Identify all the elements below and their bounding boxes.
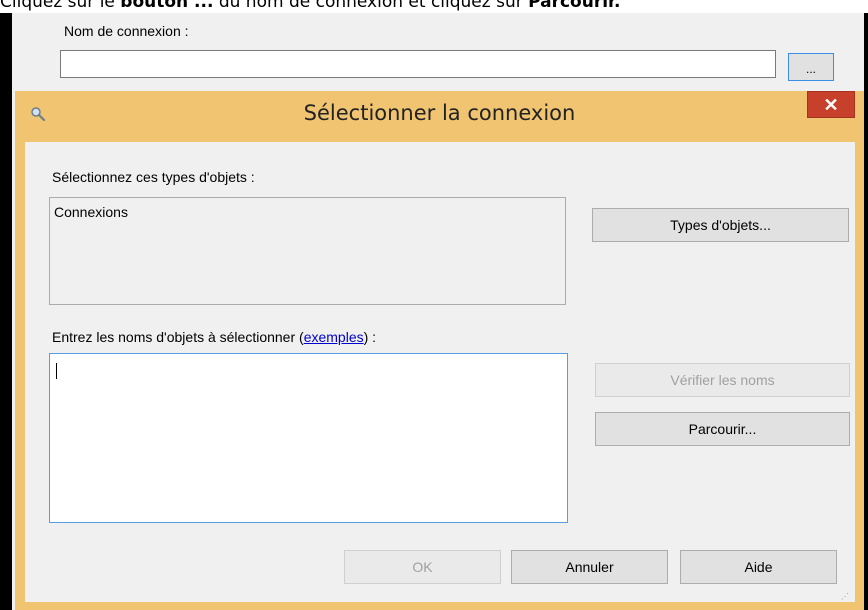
text-cursor bbox=[56, 363, 57, 379]
left-border bbox=[0, 13, 12, 610]
dialog-client: Sélectionnez ces types d'objets : Connex… bbox=[25, 142, 855, 602]
object-types-value: Connexions bbox=[54, 204, 128, 220]
instruction-text: Cliquez sur le bouton ... du nom de conn… bbox=[0, 0, 868, 14]
screenshot-area: Nom de connexion : ... Sélectionner la c… bbox=[0, 13, 868, 610]
object-names-label-pre: Entrez les noms d'objets à sélectionner … bbox=[52, 329, 304, 345]
resize-grip-icon[interactable]: ⋰ bbox=[841, 592, 849, 601]
dialog-title: Sélectionner la connexion bbox=[303, 101, 576, 125]
connection-name-input[interactable] bbox=[60, 50, 776, 78]
dialog-titlebar[interactable]: Sélectionner la connexion ✕ bbox=[15, 91, 864, 139]
object-types-box: Connexions bbox=[49, 197, 566, 305]
check-names-button[interactable]: Vérifier les noms bbox=[595, 363, 850, 397]
object-names-label: Entrez les noms d'objets à sélectionner … bbox=[52, 329, 376, 345]
object-types-label: Sélectionnez ces types d'objets : bbox=[52, 169, 255, 185]
object-names-label-post: ) : bbox=[363, 329, 377, 345]
instruction-bold-browse: Parcourir. bbox=[528, 0, 621, 12]
instruction-bold-button: bouton ... bbox=[120, 0, 214, 12]
select-connection-dialog: Sélectionner la connexion ✕ Sélectionnez… bbox=[15, 91, 864, 610]
close-button[interactable]: ✕ bbox=[807, 91, 855, 118]
connection-browse-button[interactable]: ... bbox=[788, 53, 834, 81]
object-types-button[interactable]: Types d'objets... bbox=[592, 208, 849, 242]
examples-link[interactable]: exemples bbox=[304, 329, 364, 345]
help-button[interactable]: Aide bbox=[680, 550, 837, 584]
close-icon: ✕ bbox=[823, 95, 839, 115]
browse-button[interactable]: Parcourir... bbox=[595, 412, 850, 446]
instruction-pre: Cliquez sur le bbox=[0, 0, 121, 12]
connection-name-label: Nom de connexion : bbox=[64, 23, 189, 39]
instruction-mid: du nom de connexion et cliquez sur bbox=[213, 0, 529, 12]
right-border bbox=[864, 13, 868, 610]
cancel-button[interactable]: Annuler bbox=[511, 550, 668, 584]
object-names-input[interactable] bbox=[49, 353, 568, 523]
ok-button[interactable]: OK bbox=[344, 550, 501, 584]
